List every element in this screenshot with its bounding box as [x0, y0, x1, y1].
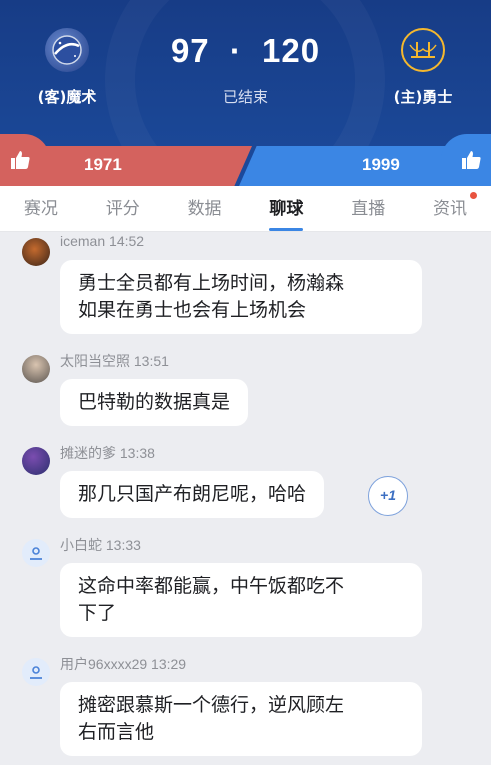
thumbs-up-icon: [11, 151, 30, 169]
plus-one-button[interactable]: +1: [368, 476, 408, 516]
warriors-logo-icon: [401, 28, 445, 72]
username: iceman: [60, 233, 106, 249]
username: 小白蛇: [60, 537, 102, 553]
message-bubble[interactable]: 巴特勒的数据真是: [60, 379, 249, 426]
home-vote-count: 1999: [362, 155, 400, 174]
message-meta: 小白蛇 13:33: [60, 535, 141, 555]
avatar[interactable]: [22, 355, 50, 383]
username: 太阳当空照: [60, 353, 130, 369]
message-meta: 摊迷的爹 13:38: [60, 443, 155, 463]
away-like-button[interactable]: [0, 134, 50, 186]
tab-chat[interactable]: 聊球: [245, 186, 327, 231]
away-vote-count: 1971: [84, 155, 122, 174]
tab-stats[interactable]: 数据: [164, 186, 246, 231]
chat-list[interactable]: iceman 14:52 勇士全员都有上场时间，杨瀚森 如果在勇士也会有上场机会…: [0, 233, 491, 765]
support-vote-bar: 1971 1999: [0, 134, 491, 186]
message-line: 右而言他: [78, 721, 155, 743]
home-team-name: (主)勇士: [393, 88, 453, 106]
message-bubble[interactable]: 勇士全员都有上场时间，杨瀚森 如果在勇士也会有上场机会: [60, 260, 422, 334]
message-meta: iceman 14:52: [60, 233, 144, 249]
message-bubble[interactable]: 摊密跟慕斯一个德行，逆风顾左 右而言他: [60, 682, 422, 756]
home-team[interactable]: (主)勇士: [368, 28, 478, 107]
tab-live[interactable]: 直播: [327, 186, 409, 231]
avatar[interactable]: [22, 539, 50, 567]
tab-ratings[interactable]: 评分: [82, 186, 164, 231]
tab-news-label: 资讯: [433, 199, 468, 219]
tab-game-overview[interactable]: 赛况: [0, 186, 82, 231]
tab-bar: 赛况 评分 数据 聊球 直播 资讯: [0, 186, 491, 232]
message-line: 勇士全员都有上场时间，杨瀚森: [78, 272, 345, 294]
username: 摊迷的爹: [60, 445, 116, 461]
avatar[interactable]: [22, 658, 50, 686]
timestamp: 13:33: [105, 537, 141, 553]
default-avatar-icon: [30, 547, 42, 560]
avatar[interactable]: [22, 238, 50, 266]
avatar[interactable]: [22, 447, 50, 475]
timestamp: 13:51: [133, 353, 169, 369]
message-line: 巴特勒的数据真是: [78, 391, 231, 413]
username: 用户96xxxx29: [60, 656, 148, 672]
message-meta: 太阳当空照 13:51: [60, 351, 169, 371]
tab-news[interactable]: 资讯: [409, 186, 491, 231]
score-separator: ·: [229, 32, 242, 69]
message-line: 那几只国产布朗尼呢，哈哈: [78, 483, 307, 505]
timestamp: 14:52: [109, 233, 145, 249]
home-score: 120: [262, 32, 321, 69]
timestamp: 13:29: [151, 656, 187, 672]
message-line: 摊密跟慕斯一个德行，逆风顾左: [78, 694, 345, 716]
message-line: 下了: [78, 602, 117, 624]
thumbs-up-icon: [462, 151, 481, 169]
timestamp: 13:38: [119, 445, 155, 461]
notification-dot: [469, 192, 477, 199]
message-line: 这命中率都能赢，中午饭都吃不: [78, 575, 345, 597]
home-like-button[interactable]: [441, 134, 491, 186]
away-score: 97: [170, 32, 210, 69]
message-meta: 用户96xxxx29 13:29: [60, 654, 186, 674]
game-header: (客)魔术 97 · 120 已结束 (主)勇士 1971 1999: [0, 0, 491, 186]
message-bubble[interactable]: 这命中率都能赢，中午饭都吃不 下了: [60, 563, 422, 637]
message-bubble[interactable]: 那几只国产布朗尼呢，哈哈: [60, 471, 325, 518]
default-avatar-icon: [30, 666, 42, 679]
message-line: 如果在勇士也会有上场机会: [78, 299, 307, 321]
